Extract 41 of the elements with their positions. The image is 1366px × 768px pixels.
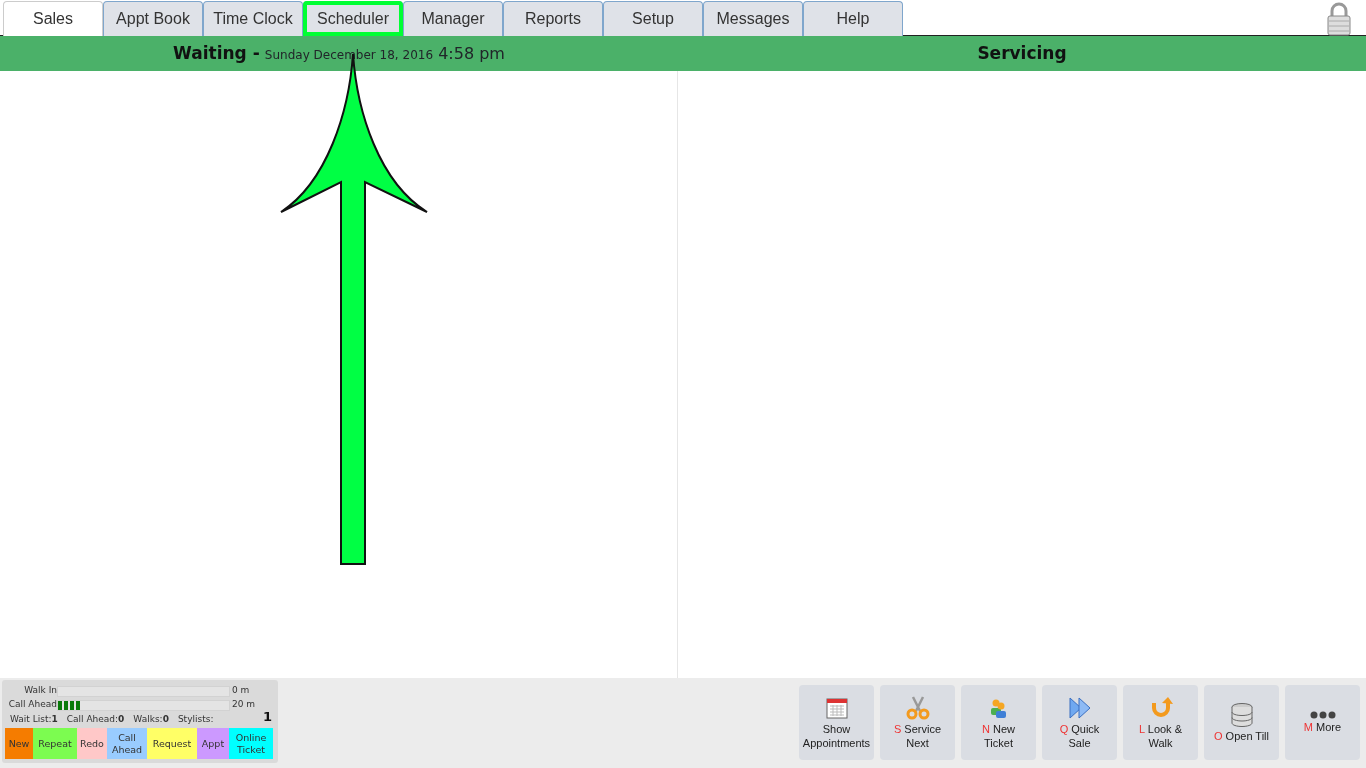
meter-reading: 20 m xyxy=(232,698,256,712)
action-button[interactable]: M More xyxy=(1285,685,1360,760)
tab[interactable]: Setup xyxy=(603,1,703,36)
lock-icon[interactable] xyxy=(1326,2,1352,36)
legend-swatch: Repeat xyxy=(33,728,77,759)
waiting-date: Sunday December 18, 2016 xyxy=(264,47,434,64)
legend-swatch: New xyxy=(5,728,33,759)
stat-text: Stylists: xyxy=(177,712,214,726)
servicing-title: Servicing xyxy=(977,41,1067,65)
more-icon xyxy=(1309,710,1336,719)
legend-swatch: Online Ticket xyxy=(229,728,273,759)
meter-label: Walk In xyxy=(23,684,57,698)
waiting-title: Waiting - xyxy=(173,41,260,65)
tab[interactable]: Reports xyxy=(503,1,603,36)
waiting-time: 4:58 pm xyxy=(438,42,505,65)
tab[interactable]: Scheduler xyxy=(303,1,403,36)
fast-forward-icon xyxy=(1066,694,1093,721)
stat-text: Walks:0 xyxy=(133,712,169,726)
legend-swatch: Appt xyxy=(197,728,229,759)
stat-text: Wait List:1 xyxy=(10,712,58,726)
tab[interactable]: Time Clock xyxy=(203,1,303,36)
legend-swatch: Call Ahead xyxy=(107,728,147,759)
action-button[interactable]: L Look & Walk xyxy=(1123,685,1198,760)
tab[interactable]: Help xyxy=(803,1,903,36)
action-button[interactable]: O Open Till xyxy=(1204,685,1279,760)
legend-swatch: Redo xyxy=(77,728,107,759)
tab[interactable]: Appt Book xyxy=(103,1,203,36)
stat-text: Call Ahead:0 xyxy=(66,712,125,726)
tab[interactable]: Sales xyxy=(3,1,103,36)
tab[interactable]: Manager xyxy=(403,1,503,36)
meter-label: Call Ahead xyxy=(7,698,57,712)
action-button[interactable]: Q Quick Sale xyxy=(1042,685,1117,760)
action-button[interactable]: Show Appointments xyxy=(799,685,874,760)
action-button[interactable]: S Service Next xyxy=(880,685,955,760)
legend-swatch: Request xyxy=(147,728,197,759)
action-button[interactable]: N New Ticket xyxy=(961,685,1036,760)
meter-reading: 0 m xyxy=(232,684,250,698)
tab[interactable]: Messages xyxy=(703,1,803,36)
database-icon xyxy=(1228,701,1255,728)
scissors-icon xyxy=(904,694,931,721)
stylist-count: 1 xyxy=(262,707,272,726)
